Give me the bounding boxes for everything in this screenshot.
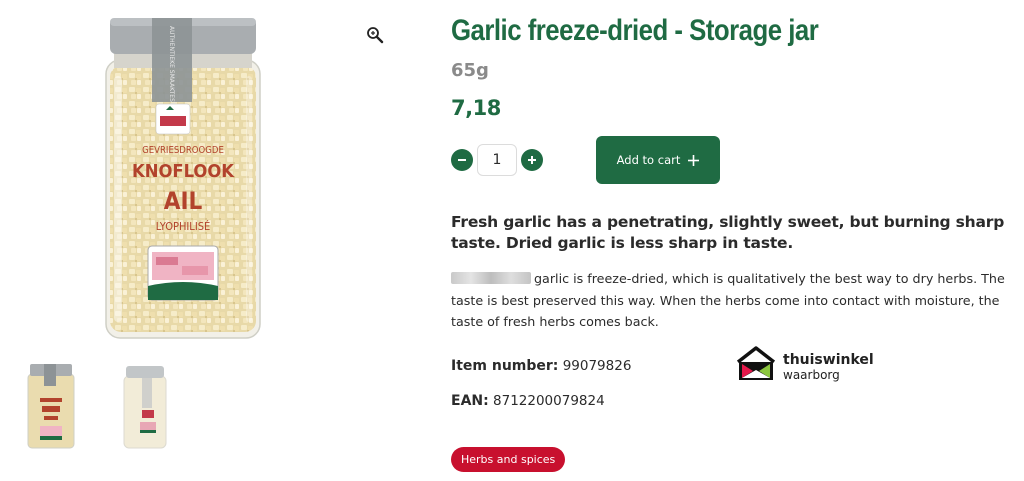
product-gallery: AUTHENTIEKE SMAAKTEST GEVRIESDROOGDE KNO… — [0, 0, 400, 481]
house-logo-icon — [736, 346, 776, 380]
category-tag[interactable]: Herbs and spices — [451, 447, 566, 472]
product-description-text: garlic is freeze-dried, which is qualita… — [451, 271, 1005, 329]
product-description: garlic is freeze-dried, which is qualita… — [451, 268, 1021, 333]
jar-label-line4: LYOPHILISÉ — [156, 220, 211, 233]
increase-quantity-button[interactable] — [521, 149, 543, 171]
add-to-cart-button[interactable]: Add to cart — [596, 136, 720, 184]
blurred-brand-name — [451, 272, 531, 284]
ean-label: EAN: — [451, 393, 489, 409]
thuiswinkel-waarborg-badge[interactable]: thuiswinkel waarborg — [735, 344, 874, 384]
ean-row: EAN: 8712200079824 — [451, 393, 605, 409]
product-weight: 65g — [451, 60, 489, 81]
decrease-quantity-button[interactable] — [451, 149, 473, 171]
badge-line2: waarborg — [783, 368, 840, 382]
item-number-label: Item number: — [451, 358, 559, 374]
plus-icon — [528, 156, 536, 164]
jar-label-line1: GEVRIESDROOGDE — [142, 145, 224, 156]
add-to-cart-label: Add to cart — [616, 153, 681, 167]
jar-band-text: AUTHENTIEKE SMAAKTEST — [168, 26, 175, 106]
jar-label-line2: KNOFLOOK — [132, 161, 235, 182]
item-number-row: Item number: 99079826 — [451, 358, 631, 374]
ean-value: 8712200079824 — [493, 393, 605, 409]
quantity-input[interactable] — [477, 144, 517, 176]
product-lead-text: Fresh garlic has a penetrating, slightly… — [451, 213, 1005, 252]
zoom-icon[interactable] — [366, 26, 384, 44]
badge-line1: thuiswinkel — [783, 352, 874, 368]
quantity-stepper — [451, 144, 551, 176]
thumbnail-back[interactable] — [120, 362, 170, 450]
plus-icon — [688, 154, 700, 166]
product-title: Garlic freeze-dried - Storage jar — [451, 14, 819, 47]
product-price: 7,18 — [451, 96, 501, 120]
product-image[interactable]: AUTHENTIEKE SMAAKTEST GEVRIESDROOGDE KNO… — [100, 16, 266, 342]
thumbnail-front[interactable] — [26, 362, 76, 450]
minus-icon — [458, 159, 466, 161]
jar-label-line3: AIL — [164, 187, 203, 215]
item-number-value: 99079826 — [562, 358, 632, 374]
